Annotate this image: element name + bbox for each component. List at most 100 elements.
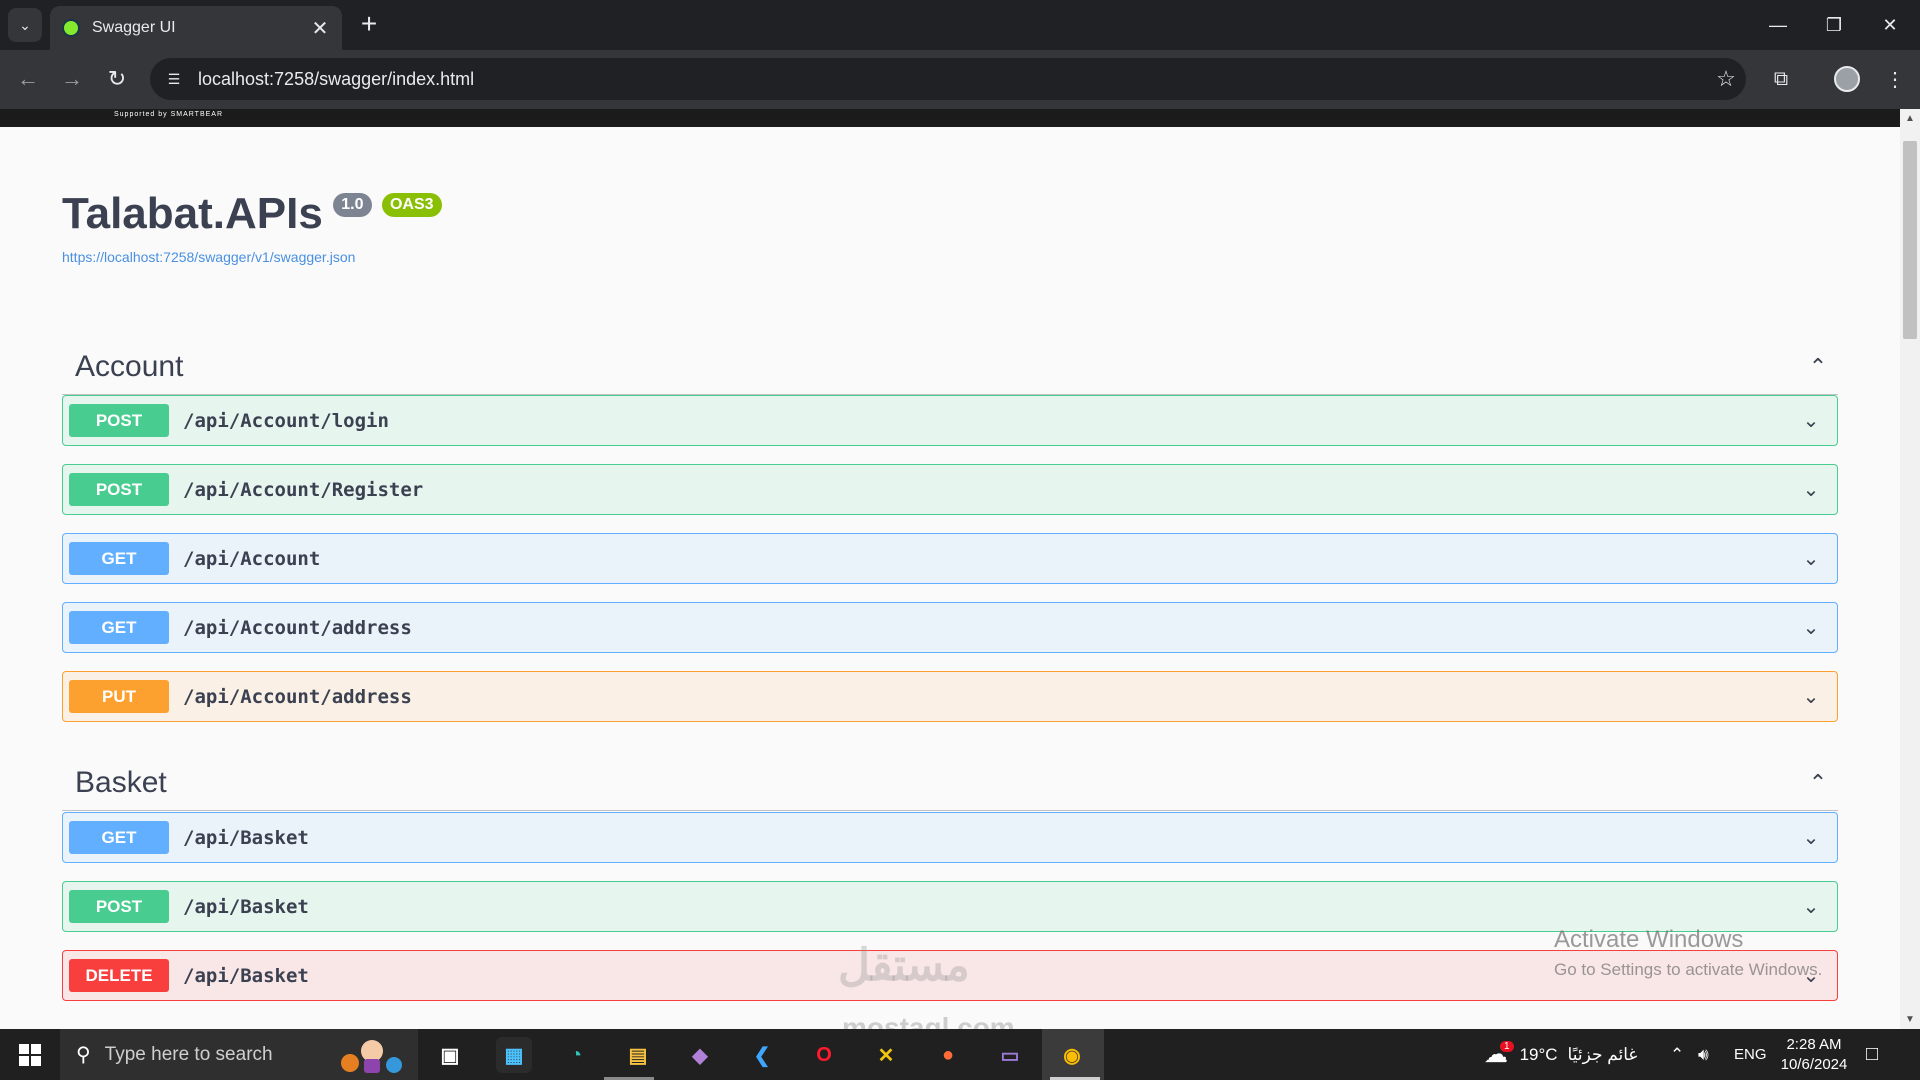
operation-get-basket[interactable]: GET /api/Basket ⌄: [62, 812, 1838, 863]
browser-tabstrip: ⌄ Swagger UI ✕ + — ❐ ✕: [0, 0, 1920, 50]
url-text[interactable]: localhost:7258/swagger/index.html: [198, 69, 1706, 90]
operation-get-account-address[interactable]: GET /api/Account/address ⌄: [62, 602, 1838, 653]
volume-icon[interactable]: 🔊︎: [1698, 1029, 1709, 1080]
page-viewport: Supported by SMARTBEAR Talabat.APIs 1.0 …: [0, 109, 1900, 1029]
bookmark-star-icon[interactable]: ☆: [1706, 66, 1746, 92]
activate-windows-notice: Activate Windows Go to Settings to activ…: [1554, 926, 1822, 980]
version-badge: 1.0: [333, 193, 372, 217]
weather-widget[interactable]: ☁ 1 19°C غائم جزئيًا: [1484, 1029, 1637, 1080]
operation-path: /api/Account/address: [183, 616, 412, 639]
oas-badge: OAS3: [381, 193, 442, 217]
reload-icon[interactable]: ↻: [100, 62, 134, 96]
site-settings-icon[interactable]: ☰: [164, 69, 184, 89]
tag-name: Account: [75, 349, 184, 383]
tag-name: Basket: [75, 765, 167, 799]
chevron-down-icon[interactable]: ⌄: [1791, 615, 1831, 640]
edge-browser-icon[interactable]: ◔: [558, 1037, 594, 1073]
tab-search-chevron-icon[interactable]: ⌄: [8, 8, 42, 42]
scroll-up-arrow-icon[interactable]: ▲: [1905, 113, 1915, 124]
chrome-icon[interactable]: ◉: [1054, 1037, 1090, 1073]
operation-path: /api/Basket: [183, 964, 309, 987]
file-explorer-icon[interactable]: ▤: [620, 1037, 656, 1073]
chevron-down-icon[interactable]: ⌄: [1791, 477, 1831, 502]
operation-put-account-address[interactable]: PUT /api/Account/address ⌄: [62, 671, 1838, 722]
windows-taskbar: ⚲ Type here to search ▣ ▦ ◔ ▤ ◆ ❮ O ✕ ● …: [0, 1029, 1920, 1080]
tab-close-icon[interactable]: ✕: [310, 16, 330, 41]
minimize-icon[interactable]: —: [1750, 0, 1806, 50]
tab-title: Swagger UI: [92, 19, 176, 36]
chevron-down-icon[interactable]: ⌄: [1791, 684, 1831, 709]
input-language[interactable]: ENG: [1734, 1029, 1767, 1080]
method-badge: GET: [69, 821, 169, 854]
sql-tool-icon[interactable]: ✕: [868, 1037, 904, 1073]
taskbar-search[interactable]: ⚲ Type here to search: [60, 1029, 418, 1080]
start-button[interactable]: [0, 1029, 60, 1080]
swagger-favicon-icon: [62, 19, 80, 37]
visual-studio-icon[interactable]: ◆: [682, 1037, 718, 1073]
search-icon: ⚲: [76, 1044, 91, 1066]
method-badge: POST: [69, 473, 169, 506]
mostaql-watermark: مستقل: [838, 941, 970, 990]
activate-windows-subtitle: Go to Settings to activate Windows.: [1554, 960, 1823, 979]
chevron-down-icon[interactable]: ⌄: [1791, 408, 1831, 433]
notifications-icon[interactable]: □: [1866, 1029, 1878, 1080]
chevron-down-icon[interactable]: ⌄: [1791, 894, 1831, 919]
scroll-down-arrow-icon[interactable]: ▼: [1905, 1014, 1915, 1025]
vscode-icon[interactable]: ❮: [744, 1037, 780, 1073]
task-view-icon[interactable]: ▣: [432, 1037, 468, 1073]
weather-badge: 1: [1500, 1041, 1514, 1052]
terminal-icon[interactable]: ▭: [992, 1037, 1028, 1073]
opera-icon[interactable]: O: [806, 1037, 842, 1073]
operation-post-account-login[interactable]: POST /api/Account/login ⌄: [62, 395, 1838, 446]
forward-arrow-icon[interactable]: →: [55, 62, 89, 96]
api-info: Talabat.APIs 1.0 OAS3 https://localhost:…: [62, 189, 442, 265]
swagger-topbar: Supported by SMARTBEAR: [0, 109, 1900, 127]
chevron-up-icon[interactable]: ⌃: [1798, 354, 1838, 380]
method-badge: POST: [69, 404, 169, 437]
method-badge: POST: [69, 890, 169, 923]
search-highlight-illustration-icon: [341, 1040, 402, 1073]
chevron-down-icon[interactable]: ⌄: [1791, 825, 1831, 850]
close-window-icon[interactable]: ✕: [1862, 0, 1918, 50]
postman-icon[interactable]: ●: [930, 1037, 966, 1073]
browser-tab[interactable]: Swagger UI ✕: [50, 6, 342, 50]
operation-path: /api/Account/address: [183, 685, 412, 708]
method-badge: DELETE: [69, 959, 169, 992]
operation-post-account-register[interactable]: POST /api/Account/Register ⌄: [62, 464, 1838, 515]
operation-path: /api/Account/login: [183, 409, 389, 432]
activate-windows-title: Activate Windows: [1554, 926, 1744, 953]
weather-temp: 19°C: [1519, 1044, 1558, 1064]
operation-get-account[interactable]: GET /api/Account ⌄: [62, 533, 1838, 584]
method-badge: GET: [69, 611, 169, 644]
operation-path: /api/Basket: [183, 895, 309, 918]
chevron-up-icon[interactable]: ⌃: [1798, 770, 1838, 796]
weather-description: غائم جزئيًا: [1567, 1044, 1638, 1064]
operation-post-basket[interactable]: POST /api/Basket ⌄: [62, 881, 1838, 932]
clock-date: 10/6/2024: [1780, 1056, 1848, 1073]
address-bar[interactable]: ☰ localhost:7258/swagger/index.html ☆: [150, 58, 1746, 100]
taskbar-search-placeholder: Type here to search: [104, 1043, 273, 1065]
restore-icon[interactable]: ❐: [1806, 0, 1862, 50]
page-scrollbar[interactable]: ▲ ▼: [1900, 109, 1920, 1029]
spec-json-link[interactable]: https://localhost:7258/swagger/v1/swagge…: [62, 249, 442, 265]
back-arrow-icon[interactable]: ←: [11, 62, 45, 96]
new-tab-plus-icon[interactable]: +: [354, 10, 384, 38]
show-hidden-icons-chevron-icon[interactable]: ⌃: [1670, 1029, 1684, 1080]
smartbear-logo-text: Supported by SMARTBEAR: [114, 111, 224, 118]
extensions-puzzle-icon[interactable]: ⧉: [1764, 62, 1798, 96]
operation-path: /api/Account/Register: [183, 478, 424, 501]
chevron-down-icon[interactable]: ⌄: [1791, 546, 1831, 571]
browser-menu-kebab-icon[interactable]: ⋮: [1878, 62, 1912, 96]
operation-path: /api/Basket: [183, 826, 309, 849]
operation-path: /api/Account: [183, 547, 321, 570]
profile-avatar[interactable]: [1830, 62, 1864, 96]
method-badge: GET: [69, 542, 169, 575]
clock-time: 2:28 AM: [1786, 1036, 1842, 1053]
tag-header-basket[interactable]: Basket ⌃: [62, 755, 1838, 811]
microsoft-store-icon[interactable]: ▦: [496, 1037, 532, 1073]
browser-toolbar: ← → ↻ ☰ localhost:7258/swagger/index.htm…: [0, 50, 1920, 109]
taskbar-clock[interactable]: 2:28 AM 10/6/2024: [1774, 1035, 1854, 1075]
windows-logo-icon: [19, 1043, 41, 1066]
scrollbar-thumb[interactable]: [1903, 141, 1917, 339]
tag-header-account[interactable]: Account ⌃: [62, 339, 1838, 395]
